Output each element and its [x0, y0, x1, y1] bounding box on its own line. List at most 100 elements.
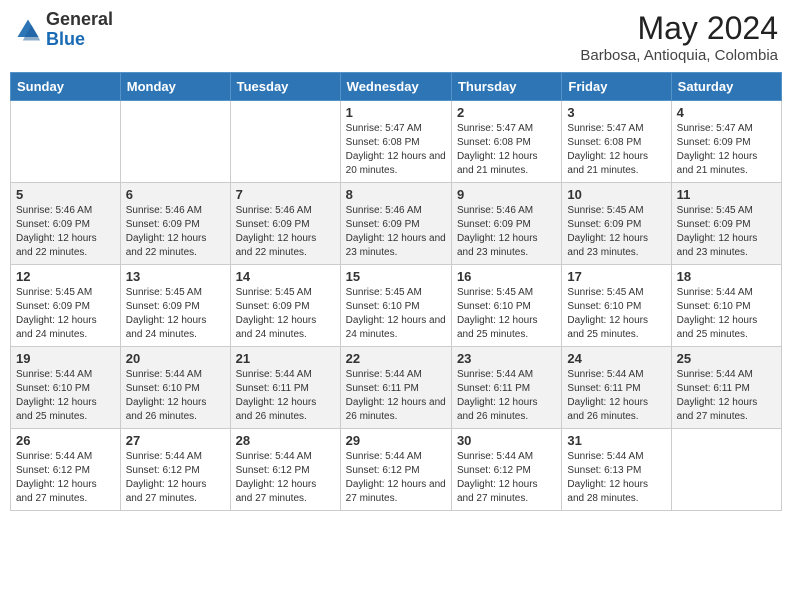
weekday-header-thursday: Thursday — [451, 73, 561, 101]
calendar-week-3: 12Sunrise: 5:45 AMSunset: 6:09 PMDayligh… — [11, 265, 782, 347]
logo-text: General Blue — [46, 10, 113, 50]
day-info: Sunrise: 5:47 AMSunset: 6:08 PMDaylight:… — [346, 122, 446, 178]
calendar-cell: 23 Sunrise: 5:44 AMSunset: 6:11 PMDayligh… — [451, 347, 561, 429]
calendar-cell: 6 Sunrise: 5:46 AMSunset: 6:09 PMDaylight… — [120, 183, 230, 265]
day-info: Sunrise: 5:44 AMSunset: 6:11 PMDaylight:… — [677, 368, 776, 424]
weekday-header-saturday: Saturday — [671, 73, 781, 101]
calendar-week-2: 5 Sunrise: 5:46 AMSunset: 6:09 PMDaylight… — [11, 183, 782, 265]
day-info: Sunrise: 5:45 AMSunset: 6:09 PMDaylight:… — [16, 286, 115, 342]
logo-icon — [14, 16, 42, 44]
day-info: Sunrise: 5:44 AMSunset: 6:12 PMDaylight:… — [126, 450, 225, 506]
day-number: 20 — [126, 351, 225, 366]
day-number: 30 — [457, 433, 556, 448]
day-number: 7 — [236, 187, 335, 202]
month-year-title: May 2024 — [580, 10, 778, 47]
calendar-week-1: 1 Sunrise: 5:47 AMSunset: 6:08 PMDaylight… — [11, 101, 782, 183]
day-info: Sunrise: 5:46 AMSunset: 6:09 PMDaylight:… — [126, 204, 225, 260]
calendar-cell — [230, 101, 340, 183]
day-number: 10 — [567, 187, 665, 202]
day-number: 11 — [677, 187, 776, 202]
day-info: Sunrise: 5:44 AMSunset: 6:11 PMDaylight:… — [346, 368, 446, 424]
calendar-cell: 21Sunrise: 5:44 AMSunset: 6:11 PMDayligh… — [230, 347, 340, 429]
day-info: Sunrise: 5:44 AMSunset: 6:12 PMDaylight:… — [16, 450, 115, 506]
calendar-cell: 20 Sunrise: 5:44 AMSunset: 6:10 PMDayligh… — [120, 347, 230, 429]
calendar-cell: 24Sunrise: 5:44 AMSunset: 6:11 PMDayligh… — [562, 347, 671, 429]
calendar-cell: 15Sunrise: 5:45 AMSunset: 6:10 PMDayligh… — [340, 265, 451, 347]
calendar-cell: 22 Sunrise: 5:44 AMSunset: 6:11 PMDayligh… — [340, 347, 451, 429]
calendar-cell: 16 Sunrise: 5:45 AMSunset: 6:10 PMDayligh… — [451, 265, 561, 347]
day-info: Sunrise: 5:45 AMSunset: 6:09 PMDaylight:… — [677, 204, 776, 260]
day-number: 24 — [567, 351, 665, 366]
calendar-cell: 2 Sunrise: 5:47 AMSunset: 6:08 PMDaylight… — [451, 101, 561, 183]
day-info: Sunrise: 5:45 AMSunset: 6:10 PMDaylight:… — [346, 286, 446, 342]
calendar-cell: 7 Sunrise: 5:46 AMSunset: 6:09 PMDaylight… — [230, 183, 340, 265]
calendar-cell: 25Sunrise: 5:44 AMSunset: 6:11 PMDayligh… — [671, 347, 781, 429]
weekday-header-tuesday: Tuesday — [230, 73, 340, 101]
day-number: 19 — [16, 351, 115, 366]
day-number: 14 — [236, 269, 335, 284]
day-info: Sunrise: 5:45 AMSunset: 6:10 PMDaylight:… — [457, 286, 556, 342]
day-number: 4 — [677, 105, 776, 120]
day-number: 2 — [457, 105, 556, 120]
day-number: 18 — [677, 269, 776, 284]
weekday-header-wednesday: Wednesday — [340, 73, 451, 101]
day-info: Sunrise: 5:46 AMSunset: 6:09 PMDaylight:… — [236, 204, 335, 260]
calendar-cell: 3Sunrise: 5:47 AMSunset: 6:08 PMDaylight… — [562, 101, 671, 183]
calendar-cell: 9 Sunrise: 5:46 AMSunset: 6:09 PMDaylight… — [451, 183, 561, 265]
page-header: General Blue May 2024 Barbosa, Antioquia… — [10, 10, 782, 64]
day-number: 1 — [346, 105, 446, 120]
calendar-cell — [120, 101, 230, 183]
logo-general-text: General — [46, 9, 113, 29]
calendar-week-5: 26 Sunrise: 5:44 AMSunset: 6:12 PMDayligh… — [11, 429, 782, 511]
calendar-cell: 28Sunrise: 5:44 AMSunset: 6:12 PMDayligh… — [230, 429, 340, 511]
calendar-table: SundayMondayTuesdayWednesdayThursdayFrid… — [10, 72, 782, 511]
day-info: Sunrise: 5:44 AMSunset: 6:10 PMDaylight:… — [677, 286, 776, 342]
day-info: Sunrise: 5:46 AMSunset: 6:09 PMDaylight:… — [16, 204, 115, 260]
calendar-cell: 10Sunrise: 5:45 AMSunset: 6:09 PMDayligh… — [562, 183, 671, 265]
calendar-cell: 29Sunrise: 5:44 AMSunset: 6:12 PMDayligh… — [340, 429, 451, 511]
calendar-cell: 19 Sunrise: 5:44 AMSunset: 6:10 PMDayligh… — [11, 347, 121, 429]
day-number: 16 — [457, 269, 556, 284]
day-number: 6 — [126, 187, 225, 202]
calendar-cell: 31Sunrise: 5:44 AMSunset: 6:13 PMDayligh… — [562, 429, 671, 511]
calendar-cell: 13 Sunrise: 5:45 AMSunset: 6:09 PMDayligh… — [120, 265, 230, 347]
day-number: 9 — [457, 187, 556, 202]
day-number: 13 — [126, 269, 225, 284]
day-info: Sunrise: 5:47 AMSunset: 6:08 PMDaylight:… — [567, 122, 665, 178]
day-info: Sunrise: 5:45 AMSunset: 6:10 PMDaylight:… — [567, 286, 665, 342]
day-info: Sunrise: 5:46 AMSunset: 6:09 PMDaylight:… — [346, 204, 446, 260]
day-number: 22 — [346, 351, 446, 366]
calendar-cell: 12Sunrise: 5:45 AMSunset: 6:09 PMDayligh… — [11, 265, 121, 347]
day-info: Sunrise: 5:45 AMSunset: 6:09 PMDaylight:… — [236, 286, 335, 342]
calendar-cell: 4 Sunrise: 5:47 AMSunset: 6:09 PMDaylight… — [671, 101, 781, 183]
day-number: 26 — [16, 433, 115, 448]
day-number: 29 — [346, 433, 446, 448]
day-info: Sunrise: 5:44 AMSunset: 6:11 PMDaylight:… — [457, 368, 556, 424]
day-info: Sunrise: 5:47 AMSunset: 6:09 PMDaylight:… — [677, 122, 776, 178]
location-subtitle: Barbosa, Antioquia, Colombia — [580, 47, 778, 64]
day-info: Sunrise: 5:46 AMSunset: 6:09 PMDaylight:… — [457, 204, 556, 260]
day-info: Sunrise: 5:44 AMSunset: 6:12 PMDaylight:… — [457, 450, 556, 506]
calendar-cell: 11 Sunrise: 5:45 AMSunset: 6:09 PMDayligh… — [671, 183, 781, 265]
day-info: Sunrise: 5:44 AMSunset: 6:10 PMDaylight:… — [126, 368, 225, 424]
calendar-cell: 30 Sunrise: 5:44 AMSunset: 6:12 PMDayligh… — [451, 429, 561, 511]
day-number: 23 — [457, 351, 556, 366]
day-number: 8 — [346, 187, 446, 202]
day-number: 17 — [567, 269, 665, 284]
calendar-cell: 27Sunrise: 5:44 AMSunset: 6:12 PMDayligh… — [120, 429, 230, 511]
day-info: Sunrise: 5:44 AMSunset: 6:13 PMDaylight:… — [567, 450, 665, 506]
calendar-cell: 1 Sunrise: 5:47 AMSunset: 6:08 PMDaylight… — [340, 101, 451, 183]
title-block: May 2024 Barbosa, Antioquia, Colombia — [580, 10, 778, 64]
calendar-cell: 26 Sunrise: 5:44 AMSunset: 6:12 PMDayligh… — [11, 429, 121, 511]
day-number: 5 — [16, 187, 115, 202]
calendar-cell — [11, 101, 121, 183]
day-info: Sunrise: 5:47 AMSunset: 6:08 PMDaylight:… — [457, 122, 556, 178]
day-info: Sunrise: 5:44 AMSunset: 6:10 PMDaylight:… — [16, 368, 115, 424]
weekday-header-monday: Monday — [120, 73, 230, 101]
weekday-header-row: SundayMondayTuesdayWednesdayThursdayFrid… — [11, 73, 782, 101]
calendar-cell: 14 Sunrise: 5:45 AMSunset: 6:09 PMDayligh… — [230, 265, 340, 347]
logo-blue-text: Blue — [46, 29, 85, 49]
logo: General Blue — [14, 10, 113, 50]
day-info: Sunrise: 5:45 AMSunset: 6:09 PMDaylight:… — [126, 286, 225, 342]
day-info: Sunrise: 5:44 AMSunset: 6:11 PMDaylight:… — [236, 368, 335, 424]
